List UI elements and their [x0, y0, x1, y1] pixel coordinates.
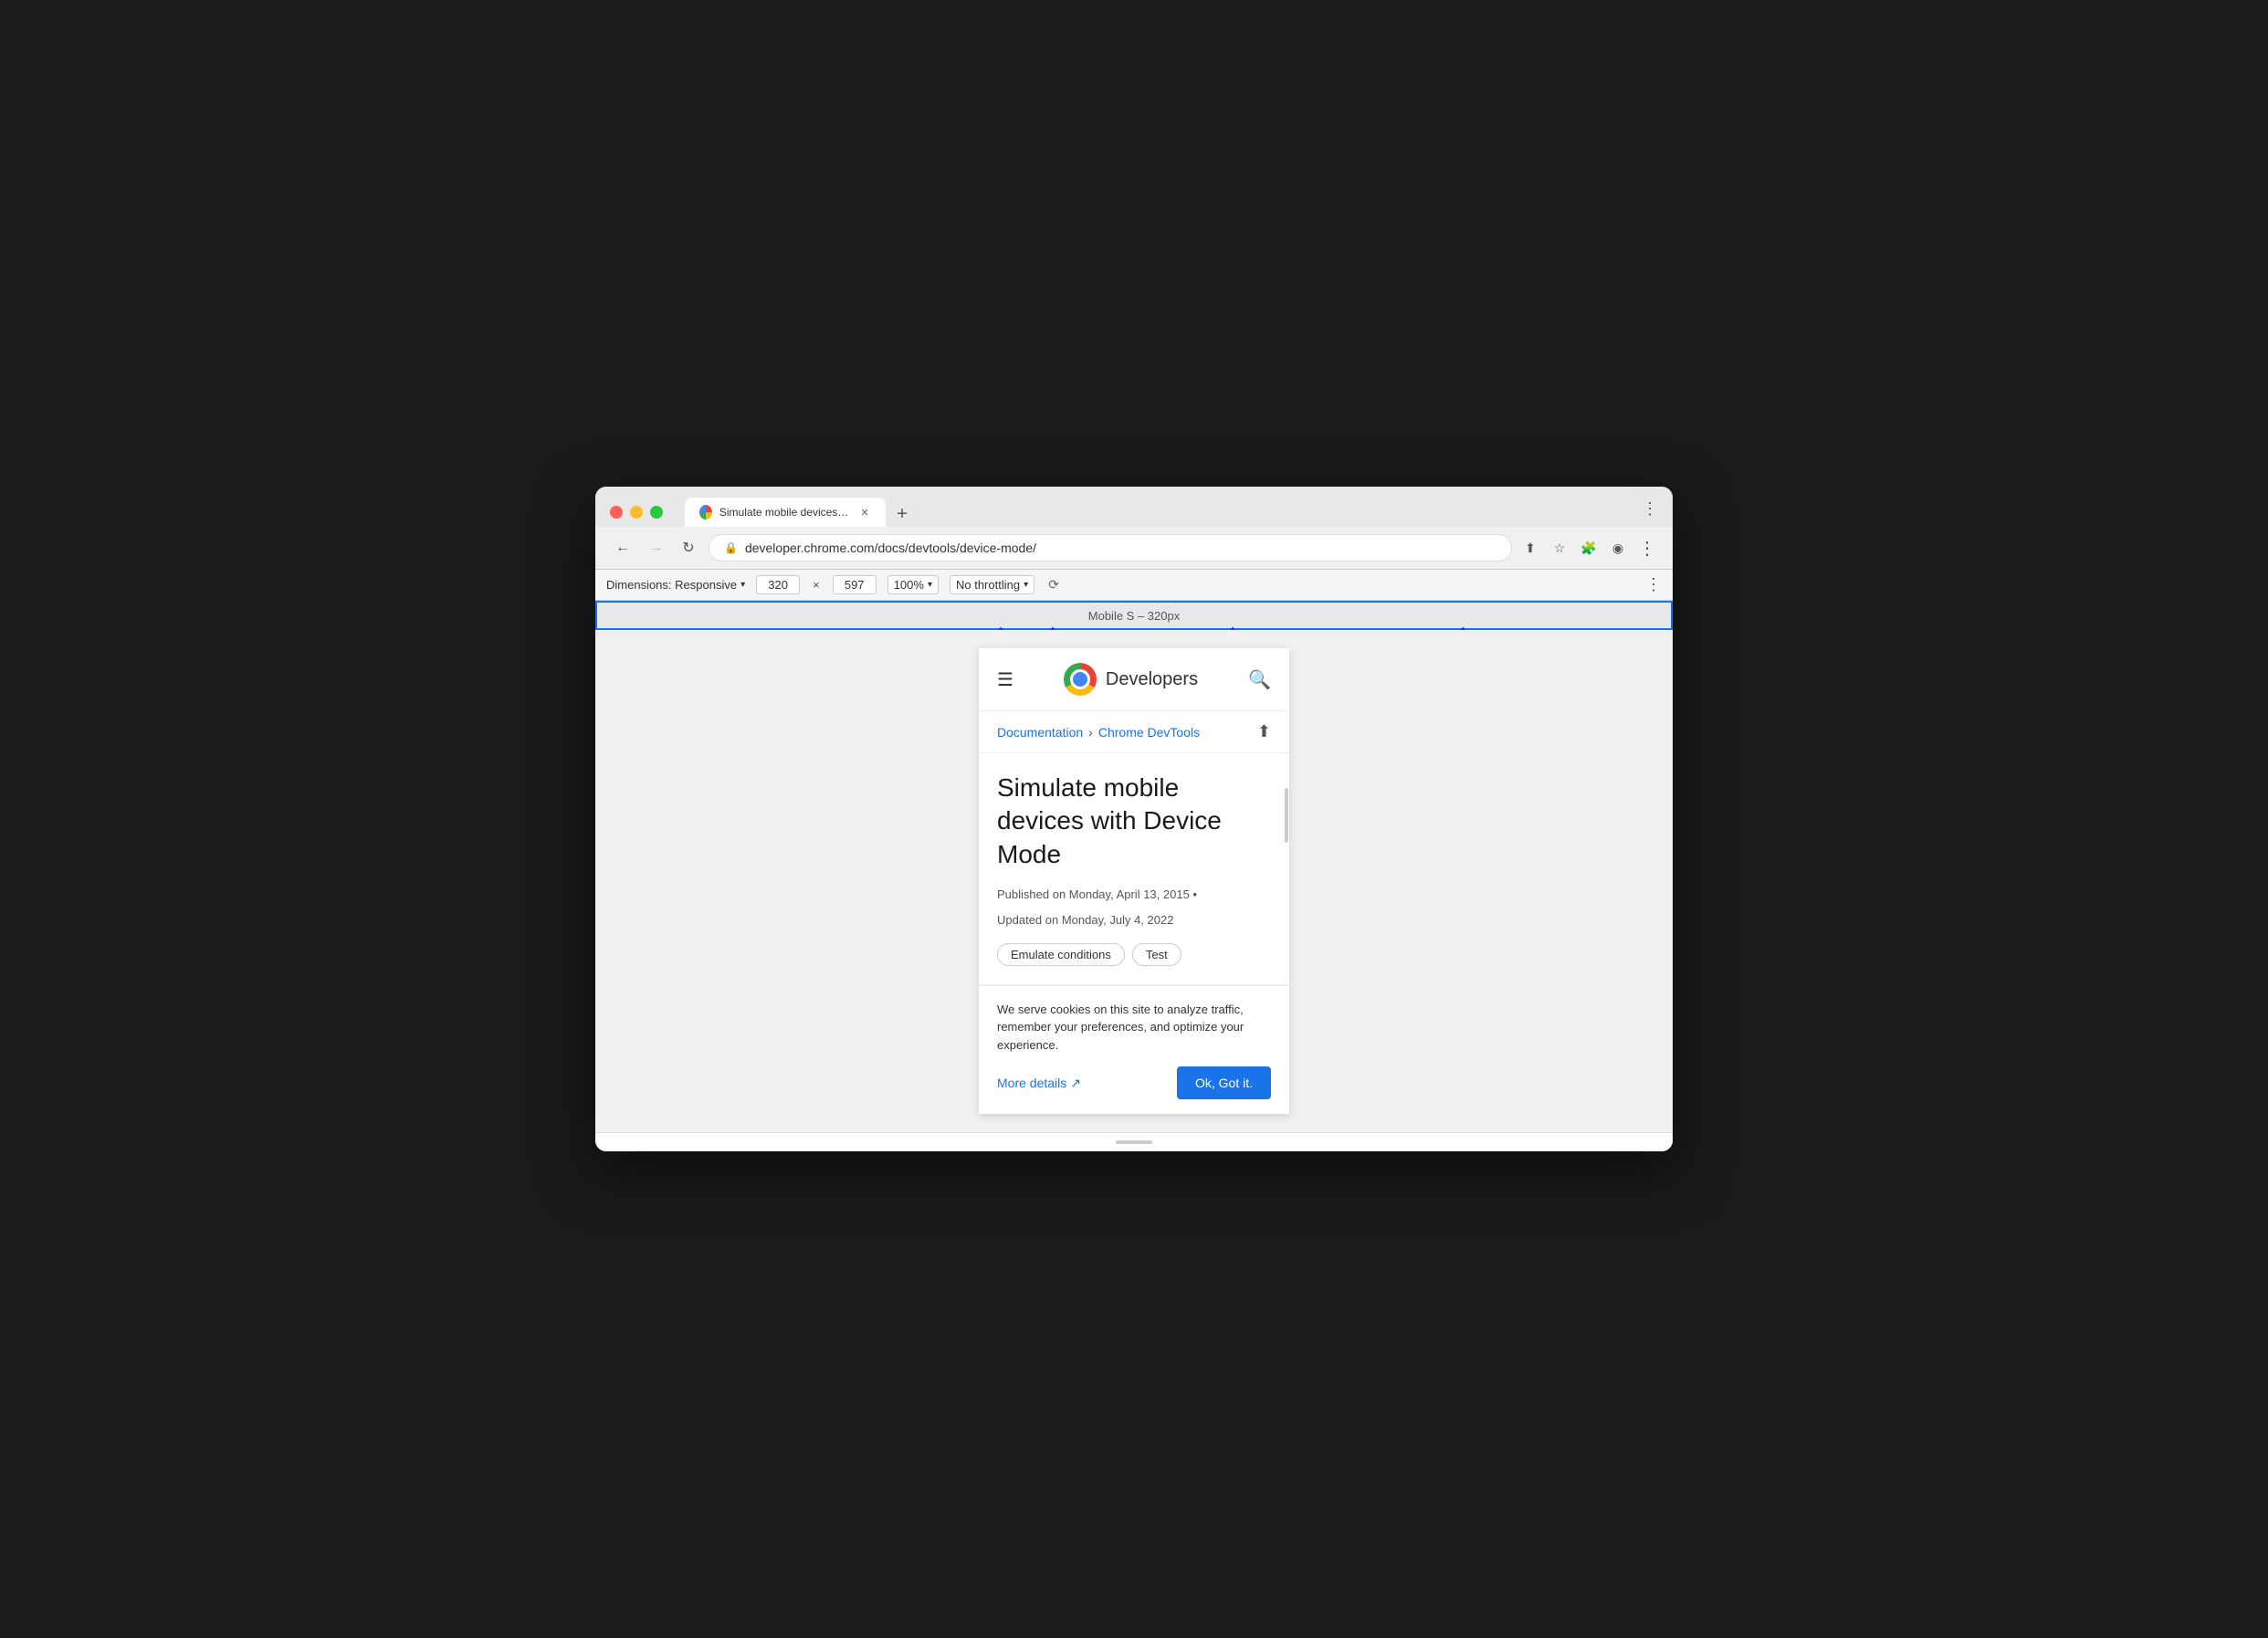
rotate-button[interactable]: ⟳	[1045, 577, 1062, 593]
minimize-button[interactable]	[630, 506, 643, 519]
tag-test[interactable]: Test	[1132, 943, 1181, 966]
zoom-dropdown[interactable]: 100% ▾	[887, 575, 939, 594]
breadcrumb-devtools[interactable]: Chrome DevTools	[1098, 725, 1200, 740]
tag-emulate-conditions[interactable]: Emulate conditions	[997, 943, 1125, 966]
close-button[interactable]	[610, 506, 623, 519]
more-details-link[interactable]: More details ↗	[997, 1076, 1081, 1091]
maximize-button[interactable]	[650, 506, 663, 519]
profile-icon[interactable]: ◉	[1607, 537, 1629, 559]
browser-more-button[interactable]: ⋮	[1636, 537, 1658, 559]
address-bar[interactable]: 🔒 developer.chrome.com/docs/devtools/dev…	[709, 534, 1512, 562]
size-separator: ×	[813, 578, 820, 592]
responsive-label: Mobile S – 320px	[1081, 609, 1187, 623]
cookie-text: We serve cookies on this site to analyze…	[997, 1001, 1271, 1055]
active-tab[interactable]: Simulate mobile devices with D ✕	[685, 498, 886, 527]
dimensions-dropdown[interactable]: Dimensions: Responsive ▾	[606, 578, 745, 592]
browser-window: Simulate mobile devices with D ✕ + ⋮ ← →…	[595, 487, 1673, 1151]
new-tab-button[interactable]: +	[889, 501, 915, 527]
breadcrumb: Documentation › Chrome DevTools ⬆	[979, 711, 1289, 753]
chrome-logo-circle	[1064, 663, 1097, 696]
responsive-section: Mobile S – 320px ↑ M ↑ L ↑ Tablet ↑ Lapt…	[595, 601, 1673, 630]
lock-icon: 🔒	[724, 541, 738, 554]
title-bar: Simulate mobile devices with D ✕ + ⋮	[595, 487, 1673, 527]
zoom-dropdown-arrow: ▾	[928, 580, 932, 590]
dimensions-label: Dimensions: Responsive	[606, 578, 737, 592]
article-updated: Updated on Monday, July 4, 2022	[997, 911, 1271, 929]
zoom-label: 100%	[894, 578, 924, 592]
breadcrumb-separator: ›	[1088, 725, 1093, 740]
ok-got-it-button[interactable]: Ok, Got it.	[1177, 1066, 1271, 1099]
share-button[interactable]: ⬆	[1257, 722, 1271, 741]
extensions-icon[interactable]: 🧩	[1578, 537, 1600, 559]
bottom-handle	[1116, 1140, 1152, 1144]
address-text: developer.chrome.com/docs/devtools/devic…	[745, 541, 1496, 555]
mobile-header: ☰ Developers 🔍	[979, 648, 1289, 711]
forward-button[interactable]: →	[643, 535, 668, 561]
dimensions-dropdown-arrow: ▾	[740, 580, 745, 590]
developers-brand-text: Developers	[1106, 669, 1198, 690]
article-content: Simulate mobile devices with Device Mode…	[979, 753, 1289, 984]
width-input[interactable]	[756, 575, 800, 594]
scrollbar-thumb	[1285, 788, 1288, 843]
external-link-icon: ↗	[1070, 1076, 1081, 1091]
chrome-logo: Developers	[1064, 663, 1198, 696]
cookie-actions: More details ↗ Ok, Got it.	[997, 1066, 1271, 1099]
throttle-dropdown-arrow: ▾	[1024, 580, 1028, 590]
responsive-bar: Mobile S – 320px	[595, 601, 1673, 630]
main-content: ☰ Developers 🔍 Documentation › Chrome De…	[595, 630, 1673, 1132]
article-title: Simulate mobile devices with Device Mode	[997, 772, 1271, 871]
throttle-dropdown[interactable]: No throttling ▾	[950, 575, 1034, 594]
article-published: Published on Monday, April 13, 2015 •	[997, 886, 1271, 904]
back-button[interactable]: ←	[610, 535, 635, 561]
address-bar-row: ← → ↻ 🔒 developer.chrome.com/docs/devtoo…	[595, 527, 1673, 569]
tab-favicon	[699, 505, 712, 520]
hamburger-icon[interactable]: ☰	[997, 668, 1013, 691]
devtools-toolbar: Dimensions: Responsive ▾ × 100% ▾ No thr…	[595, 569, 1673, 601]
devtools-more-button[interactable]: ⋮	[1645, 575, 1662, 594]
cookie-banner: We serve cookies on this site to analyze…	[979, 985, 1289, 1115]
breadcrumb-documentation[interactable]: Documentation	[997, 725, 1083, 740]
mobile-preview: ☰ Developers 🔍 Documentation › Chrome De…	[979, 648, 1289, 1114]
height-input[interactable]	[833, 575, 877, 594]
throttle-label: No throttling	[956, 578, 1020, 592]
tab-close-button[interactable]: ✕	[858, 505, 871, 520]
search-icon[interactable]: 🔍	[1248, 668, 1271, 691]
tab-title: Simulate mobile devices with D	[719, 506, 851, 519]
refresh-button[interactable]: ↻	[676, 535, 701, 561]
more-details-label: More details	[997, 1076, 1066, 1090]
article-tags: Emulate conditions Test	[997, 943, 1271, 966]
window-controls	[610, 506, 663, 519]
tab-strip-more[interactable]: ⋮	[1642, 499, 1658, 526]
tabs-bar: Simulate mobile devices with D ✕ +	[685, 498, 1631, 527]
bottom-handle-bar	[595, 1132, 1673, 1151]
address-actions: ⬆ ☆ 🧩 ◉ ⋮	[1519, 537, 1658, 559]
bookmark-icon[interactable]: ☆	[1549, 537, 1570, 559]
share-icon[interactable]: ⬆	[1519, 537, 1541, 559]
